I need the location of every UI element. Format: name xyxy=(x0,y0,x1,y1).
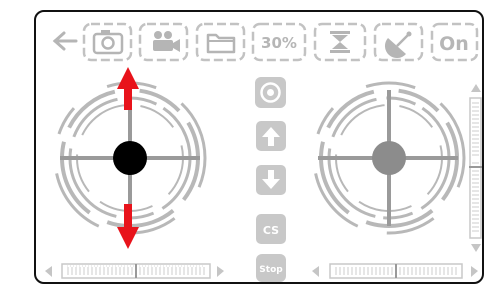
left-joystick[interactable] xyxy=(53,67,207,249)
video-camera-icon xyxy=(153,31,180,52)
power-button[interactable]: On xyxy=(430,22,479,62)
camera-icon xyxy=(92,30,124,55)
controller-graphics: 30% On CS Stop xyxy=(45,22,482,282)
trim-right-arrow-icon xyxy=(217,266,224,277)
left-horizontal-trim[interactable] xyxy=(45,263,224,279)
trim-left-arrow-icon xyxy=(312,266,319,277)
right-joystick[interactable] xyxy=(312,81,466,235)
folder-icon xyxy=(206,33,236,54)
left-joystick-knob[interactable] xyxy=(113,141,147,175)
right-joystick-knob[interactable] xyxy=(372,141,406,175)
calibrate-label: CS xyxy=(263,224,279,237)
stop-label: Stop xyxy=(259,265,283,275)
video-button[interactable] xyxy=(138,22,189,62)
descend-button[interactable] xyxy=(256,165,286,195)
satellite-dish-icon xyxy=(384,31,412,59)
rc-controller-screen: 30% On CS Stop xyxy=(0,0,485,287)
gallery-button[interactable] xyxy=(195,22,246,62)
back-button[interactable] xyxy=(52,31,78,51)
calibrate-button[interactable]: CS xyxy=(256,214,286,244)
hourglass-icon xyxy=(330,31,350,53)
arrow-left-icon xyxy=(52,31,78,51)
photo-button[interactable] xyxy=(82,22,133,62)
trim-down-arrow-icon xyxy=(471,244,481,252)
trim-button[interactable] xyxy=(313,22,367,62)
signal-button[interactable] xyxy=(373,22,424,62)
trim-left-arrow-icon xyxy=(45,266,52,277)
power-label: On xyxy=(439,33,469,55)
trim-up-arrow-icon xyxy=(471,84,481,92)
speed-label: 30% xyxy=(261,34,297,52)
right-vertical-trim[interactable] xyxy=(469,84,482,252)
headless-button[interactable] xyxy=(255,77,286,108)
arrow-up-indicator xyxy=(117,67,139,110)
stop-button[interactable]: Stop xyxy=(256,254,286,282)
trim-right-arrow-icon xyxy=(471,266,478,277)
right-horizontal-trim[interactable] xyxy=(312,263,478,279)
ascend-button[interactable] xyxy=(256,121,286,151)
speed-button[interactable]: 30% xyxy=(251,22,307,62)
